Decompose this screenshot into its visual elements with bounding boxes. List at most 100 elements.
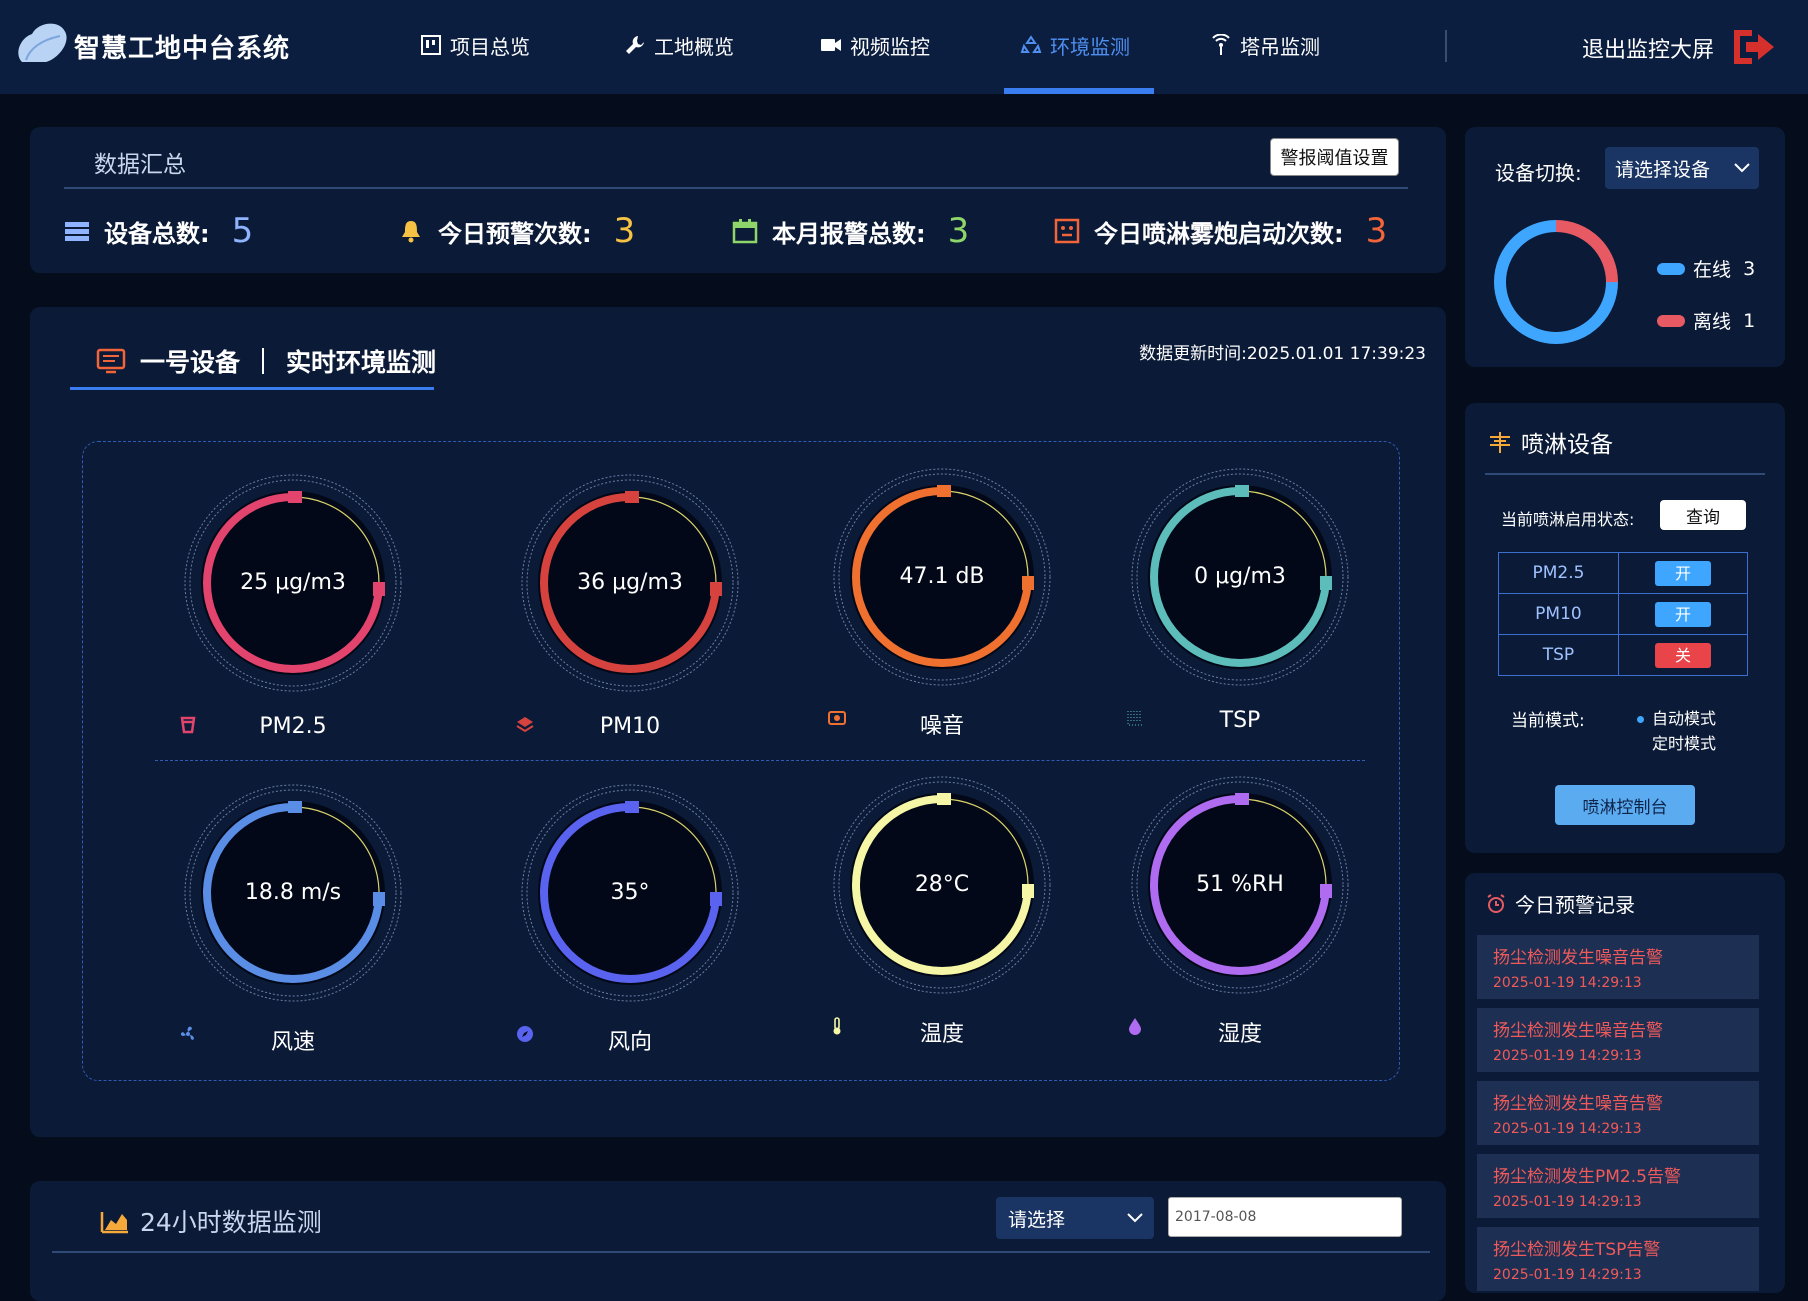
alert-text: 扬尘检测发生噪音告警 (1493, 1094, 1663, 1114)
speaker-icon (828, 711, 846, 725)
spray-toggle-button[interactable]: 开 (1654, 601, 1711, 627)
gauge-value: 36 μg/m3 (577, 570, 683, 595)
device-switch-label: 设备切换: (1495, 161, 1582, 185)
gauge-label: TSP (1125, 708, 1355, 733)
stat-label: 今日喷淋雾炮启动次数: (1094, 219, 1344, 248)
today-alerts-panel: 今日预警记录 扬尘检测发生噪音告警 2025-01-19 14:29:13 扬尘检测… (1465, 873, 1785, 1293)
stat-value: 5 (231, 211, 254, 251)
gauge-label-text: PM2.5 (259, 714, 327, 739)
24h-monitor-panel: 24小时数据监测 请选择 2017-08-08 (30, 1181, 1446, 1301)
device-select[interactable]: 请选择设备 (1605, 147, 1759, 189)
spray-row: PM10 开 (1498, 593, 1749, 635)
gauge-value: 47.1 dB (899, 564, 985, 589)
device-select-value: 请选择设备 (1615, 158, 1711, 181)
alert-item[interactable]: 扬尘检测发生噪音告警 2025-01-19 14:29:13 (1477, 935, 1759, 999)
stat-value: 3 (1365, 211, 1388, 251)
gauge: 51 %RH 湿度 (1125, 770, 1355, 1050)
metric-select[interactable]: 请选择 (996, 1197, 1154, 1239)
alert-time: 2025-01-19 14:29:13 (1493, 1121, 1642, 1137)
realtime-monitor-panel: 一号设备 实时环境监测 数据更新时间:2025.01.01 17:39:23 2… (30, 307, 1446, 1137)
nav-label: 工地概览 (654, 34, 734, 59)
chevron-down-icon (1734, 163, 1750, 173)
exit-icon[interactable] (1730, 26, 1776, 68)
summary-title: 数据汇总 (94, 152, 186, 178)
alert-text: 扬尘检测发生噪音告警 (1493, 948, 1663, 968)
query-button[interactable]: 查询 (1660, 500, 1746, 530)
gauge-label: 温度 (827, 1016, 1057, 1048)
spray-row: TSP 关 (1498, 634, 1749, 676)
app-title: 智慧工地中台系统 (74, 34, 291, 64)
spray-toggle-button[interactable]: 开 (1654, 560, 1711, 586)
spray-item-name: TSP (1498, 634, 1619, 676)
spray-divider (1485, 473, 1765, 475)
stat-month-alarms: 本月报警总数: 3 (732, 211, 969, 251)
gauge: 47.1 dB 噪音 (827, 462, 1057, 742)
cloud-logo-icon (18, 23, 67, 62)
nav-label: 环境监测 (1050, 34, 1130, 59)
legend-offline: 离线 1 (1657, 307, 1755, 334)
wrench-icon (626, 36, 644, 54)
gauge: 25 μg/m3 PM2.5 (178, 468, 408, 748)
alert-time: 2025-01-19 14:29:13 (1493, 1267, 1642, 1283)
spray-console-button[interactable]: 喷淋控制台 (1555, 785, 1695, 825)
nav-project-overview[interactable]: 项目总览 (420, 28, 530, 62)
spray-switch-cell: 开 (1617, 593, 1749, 635)
gauge-label-text: 风速 (270, 1030, 315, 1055)
gauge-label: 风向 (515, 1024, 745, 1056)
alerts-title: 今日预警记录 (1485, 889, 1635, 918)
alerts-title-text: 今日预警记录 (1515, 893, 1635, 917)
alert-item[interactable]: 扬尘检测发生PM2.5告警 2025-01-19 14:29:13 (1477, 1154, 1759, 1218)
top-header: 智慧工地中台系统 项目总览 工地概览 视频监控 环境监测 塔吊监测 退出监控大屏 (0, 0, 1808, 94)
spray-device-panel: 喷淋设备 当前喷淋启用状态: 查询 PM2.5 开 PM10 开 TSP 关 当前模… (1465, 403, 1785, 853)
alert-time: 2025-01-19 14:29:13 (1493, 1048, 1642, 1064)
24h-divider (52, 1251, 1430, 1253)
alert-item[interactable]: 扬尘检测发生噪音告警 2025-01-19 14:29:13 (1477, 1008, 1759, 1072)
thermometer-icon (833, 1017, 841, 1035)
stat-today-warnings: 今日预警次数: 3 (398, 211, 635, 251)
cup-icon (180, 716, 196, 734)
mode-timer-label: 定时模式 (1652, 734, 1717, 753)
exit-fullscreen-button[interactable]: 退出监控大屏 (1582, 32, 1714, 64)
alert-item[interactable]: 扬尘检测发生噪音告警 2025-01-19 14:29:13 (1477, 1081, 1759, 1145)
summary-divider (64, 187, 1408, 189)
gauge: 18.8 m/s 风速 (178, 778, 408, 1058)
list-icon (65, 222, 89, 241)
mode-timer[interactable]: 定时模式 (1637, 731, 1716, 756)
monitor-title: 实时环境监测 (286, 348, 437, 377)
alert-item[interactable]: 扬尘检测发生TSP告警 2025-01-19 14:29:13 (1477, 1227, 1759, 1291)
compass-icon (517, 1026, 533, 1042)
gauge: 28°C 温度 (827, 770, 1057, 1050)
stat-value: 3 (947, 211, 970, 251)
spray-toggle-button[interactable]: 关 (1654, 642, 1711, 668)
mode-auto[interactable]: 自动模式 (1637, 706, 1716, 731)
gauge: 35° 风向 (515, 778, 745, 1058)
nav-environment-monitor[interactable]: 环境监测 (1020, 28, 1130, 62)
board-icon (421, 35, 441, 55)
stat-device-total: 设备总数: 5 (64, 211, 253, 251)
date-input[interactable]: 2017-08-08 (1168, 1197, 1402, 1237)
grid-icon (1127, 711, 1142, 726)
title-separator (262, 348, 265, 374)
mode-auto-label: 自动模式 (1652, 709, 1717, 728)
nav-video-monitor[interactable]: 视频监控 (820, 28, 930, 62)
video-icon (821, 39, 841, 51)
legend-online-label: 在线 (1693, 259, 1732, 281)
gauge-label-text: 温度 (919, 1022, 964, 1047)
update-time: 数据更新时间:2025.01.01 17:39:23 (1139, 344, 1426, 364)
stat-label: 设备总数: (104, 219, 210, 248)
alarm-threshold-button[interactable]: 警报阈值设置 (1270, 138, 1399, 176)
alert-text: 扬尘检测发生PM2.5告警 (1493, 1167, 1681, 1187)
alert-text: 扬尘检测发生TSP告警 (1493, 1240, 1661, 1260)
selected-dot (1637, 716, 1644, 723)
gauge-value: 28°C (914, 872, 970, 897)
legend-offline-label: 离线 (1693, 311, 1732, 333)
legend-offline-count: 1 (1743, 309, 1756, 332)
recycle-icon (1020, 35, 1042, 53)
online-offline-donut (1494, 220, 1618, 344)
nav-tower-crane-monitor[interactable]: 塔吊监测 (1210, 28, 1320, 62)
legend-swatch-offline (1657, 314, 1685, 327)
spray-switch-cell: 关 (1617, 634, 1749, 676)
layers-icon (516, 717, 534, 733)
alert-text: 扬尘检测发生噪音告警 (1493, 1021, 1663, 1041)
nav-site-overview[interactable]: 工地概览 (624, 28, 734, 62)
